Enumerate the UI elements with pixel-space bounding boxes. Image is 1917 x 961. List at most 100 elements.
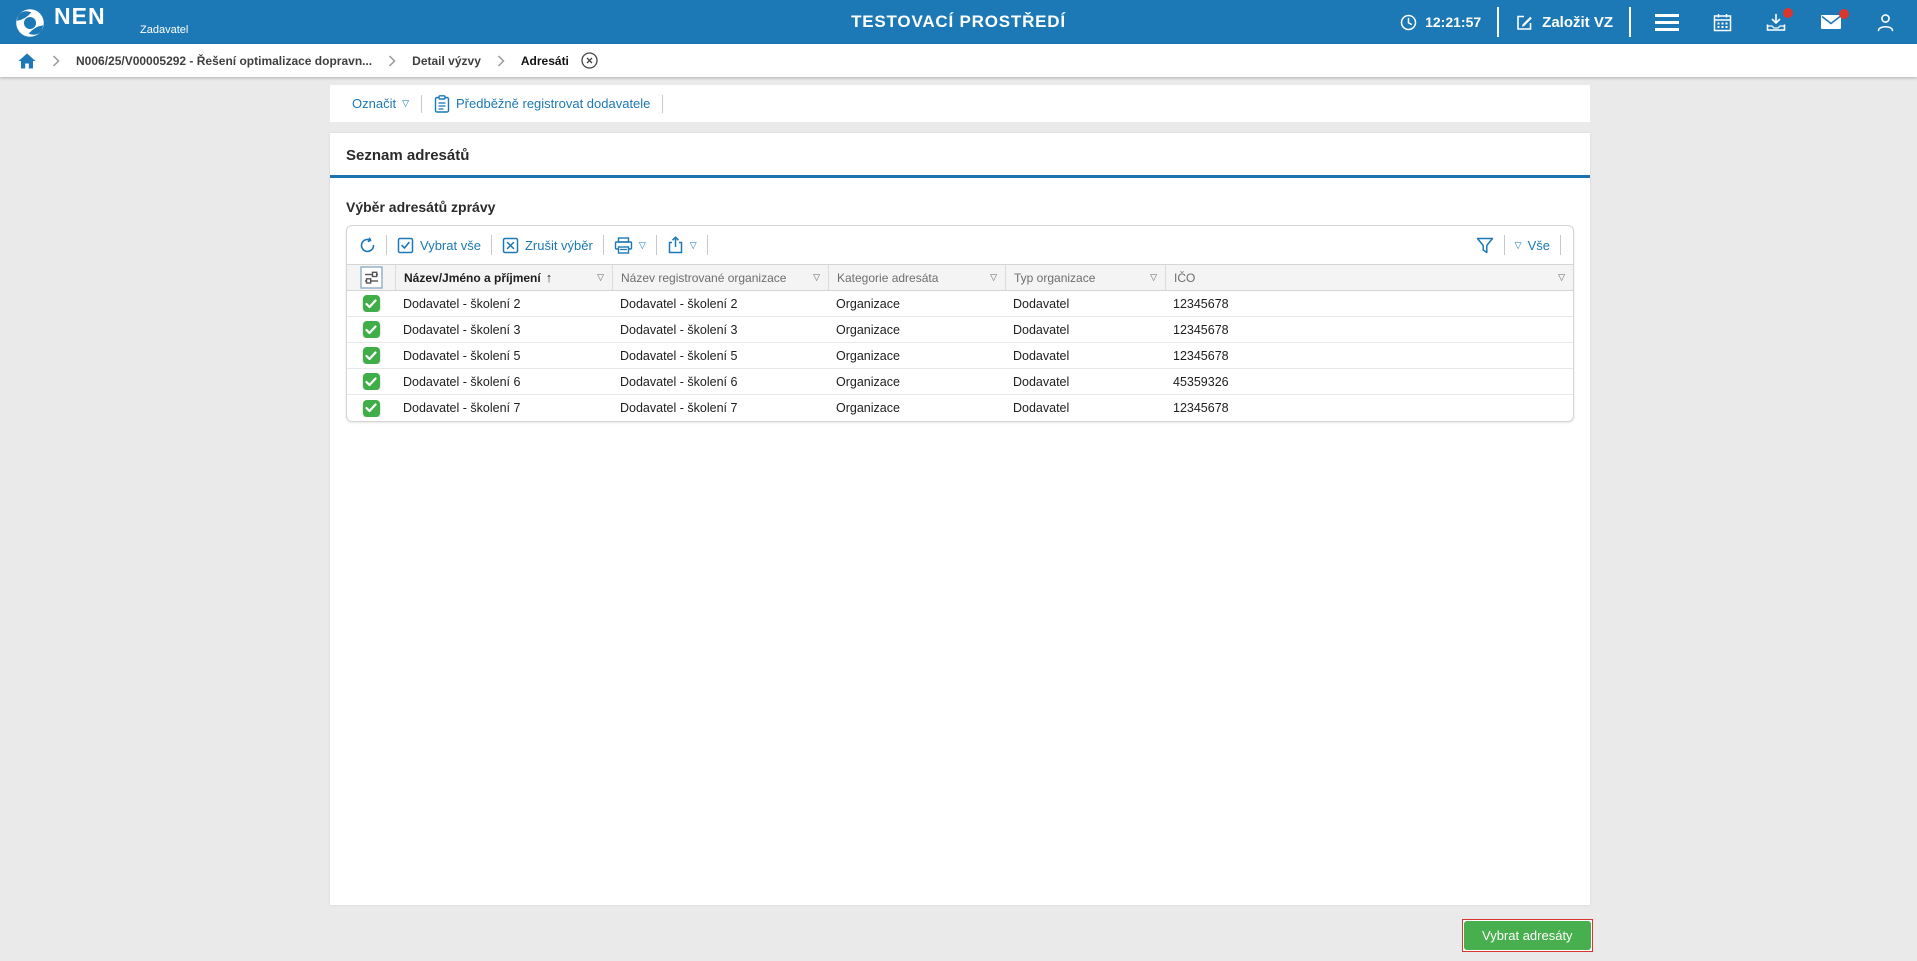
row-checkbox-cell [347, 347, 395, 364]
header-divider [1497, 7, 1499, 37]
sort-asc-icon: ↑ [546, 270, 553, 285]
column-header-ico[interactable]: IČO ▽ [1165, 265, 1573, 290]
calendar-button[interactable] [1713, 13, 1732, 32]
create-vz-label: Založit VZ [1542, 14, 1613, 31]
export-icon [667, 236, 684, 254]
select-addressees-button-outline: Vybrat adresáty [1462, 919, 1593, 952]
create-vz-button[interactable]: Založit VZ [1515, 13, 1613, 32]
logo-text: NEN [54, 5, 106, 28]
column-settings-icon [360, 266, 383, 289]
printer-icon [614, 237, 633, 254]
row-checkbox-checked[interactable] [363, 321, 380, 338]
app-header: NEN Zadavatel TESTOVACÍ PROSTŘEDÍ 12:21:… [0, 0, 1917, 44]
column-filter-icon[interactable]: ▽ [813, 272, 820, 283]
cell-ico: 12345678 [1165, 349, 1573, 363]
select-all-label: Vybrat vše [420, 238, 481, 253]
cell-org: Dodavatel - školení 2 [612, 297, 828, 311]
clear-selection-label: Zrušit výběr [525, 238, 593, 253]
page-body: Označit ▽ Předběžně registrovat dodavate… [0, 77, 1917, 961]
table-row[interactable]: Dodavatel - školení 2 Dodavatel - školen… [347, 291, 1573, 317]
user-profile-button[interactable] [1876, 13, 1895, 32]
row-checkbox-checked[interactable] [363, 347, 380, 364]
logo-subtitle: Zadavatel [140, 24, 188, 36]
column-filter-icon[interactable]: ▽ [1150, 272, 1157, 283]
menu-button[interactable] [1655, 14, 1679, 31]
column-filter-icon[interactable]: ▽ [1558, 272, 1565, 283]
clear-selection-button[interactable]: Zrušit výběr [502, 237, 593, 254]
breadcrumb-item-contract[interactable]: N006/25/V00005292 - Řešení optimalizace … [76, 54, 372, 68]
cell-ico: 12345678 [1165, 323, 1573, 337]
cell-category: Organizace [828, 323, 1005, 337]
column-filter-icon[interactable]: ▽ [597, 272, 604, 283]
scope-all-dropdown[interactable]: ▽ Vše [1515, 238, 1550, 253]
print-dropdown-button[interactable]: ▽ [614, 237, 646, 254]
home-button[interactable] [18, 53, 36, 69]
breadcrumb: N006/25/V00005292 - Řešení optimalizace … [0, 44, 1917, 77]
cell-org: Dodavatel - školení 5 [612, 349, 828, 363]
clipboard-icon [434, 95, 450, 113]
hamburger-icon [1655, 14, 1679, 31]
column-header-type[interactable]: Typ organizace ▽ [1005, 265, 1165, 290]
table-row[interactable]: Dodavatel - školení 6 Dodavatel - školen… [347, 369, 1573, 395]
toolbar-divider [1504, 235, 1505, 255]
mark-label: Označit [352, 96, 396, 111]
preregister-supplier-button[interactable]: Předběžně registrovat dodavatele [434, 95, 650, 113]
toolbar-divider [421, 95, 422, 113]
section-title: Seznam adresátů [330, 133, 1590, 175]
cell-name: Dodavatel - školení 5 [395, 349, 612, 363]
checkbox-checked-icon [397, 237, 414, 254]
select-all-button[interactable]: Vybrat vše [397, 237, 481, 254]
downloads-button[interactable] [1766, 13, 1786, 32]
toolbar-divider [662, 95, 663, 113]
messages-button[interactable] [1820, 14, 1842, 30]
dropdown-icon: ▽ [639, 240, 646, 251]
cell-ico: 12345678 [1165, 401, 1573, 415]
table-row[interactable]: Dodavatel - školení 3 Dodavatel - školen… [347, 317, 1573, 343]
toolbar-divider [1560, 235, 1561, 255]
nen-logo[interactable]: NEN [14, 5, 106, 39]
cell-category: Organizace [828, 375, 1005, 389]
column-filter-icon[interactable]: ▽ [990, 272, 997, 283]
refresh-icon [359, 237, 376, 254]
select-addressees-button[interactable]: Vybrat adresáty [1464, 921, 1591, 950]
cell-type: Dodavatel [1005, 401, 1165, 415]
chevron-right-icon [497, 55, 505, 67]
toolbar-divider [386, 235, 387, 255]
cell-category: Organizace [828, 401, 1005, 415]
breadcrumb-item-detail[interactable]: Detail výzvy [412, 54, 481, 68]
refresh-button[interactable] [359, 237, 376, 254]
cell-name: Dodavatel - školení 6 [395, 375, 612, 389]
session-time: 12:21:57 [1400, 14, 1481, 31]
export-dropdown-button[interactable]: ▽ [667, 236, 697, 254]
time-text: 12:21:57 [1425, 14, 1481, 30]
cell-org: Dodavatel - školení 6 [612, 375, 828, 389]
dropdown-icon: ▽ [690, 240, 697, 251]
cell-type: Dodavatel [1005, 349, 1165, 363]
column-header-org[interactable]: Název registrované organizace ▽ [612, 265, 828, 290]
cell-org: Dodavatel - školení 3 [612, 323, 828, 337]
column-header-category[interactable]: Kategorie adresáta ▽ [828, 265, 1005, 290]
column-settings-header[interactable] [347, 265, 395, 290]
table-header-row: Název/Jméno a příjmení ↑ ▽ Název registr… [347, 264, 1573, 291]
close-icon [581, 52, 598, 69]
calendar-icon [1713, 13, 1732, 32]
row-checkbox-cell [347, 295, 395, 312]
toolbar-divider [707, 235, 708, 255]
chevron-right-icon [388, 55, 396, 67]
row-checkbox-checked[interactable] [363, 295, 380, 312]
mark-dropdown-button[interactable]: Označit ▽ [352, 96, 409, 111]
dropdown-icon: ▽ [402, 98, 409, 109]
check-icon [365, 325, 377, 335]
toolbar-divider [656, 235, 657, 255]
column-header-name[interactable]: Název/Jméno a příjmení ↑ ▽ [395, 265, 612, 290]
edit-icon [1515, 13, 1534, 32]
table-row[interactable]: Dodavatel - školení 5 Dodavatel - školen… [347, 343, 1573, 369]
dropdown-icon: ▽ [1515, 240, 1522, 251]
row-checkbox-cell [347, 373, 395, 390]
filter-button[interactable] [1476, 237, 1494, 254]
table-row[interactable]: Dodavatel - školení 7 Dodavatel - školen… [347, 395, 1573, 421]
close-tab-button[interactable] [581, 52, 598, 69]
row-checkbox-checked[interactable] [363, 400, 380, 417]
row-checkbox-checked[interactable] [363, 373, 380, 390]
scope-all-label: Vše [1528, 238, 1550, 253]
